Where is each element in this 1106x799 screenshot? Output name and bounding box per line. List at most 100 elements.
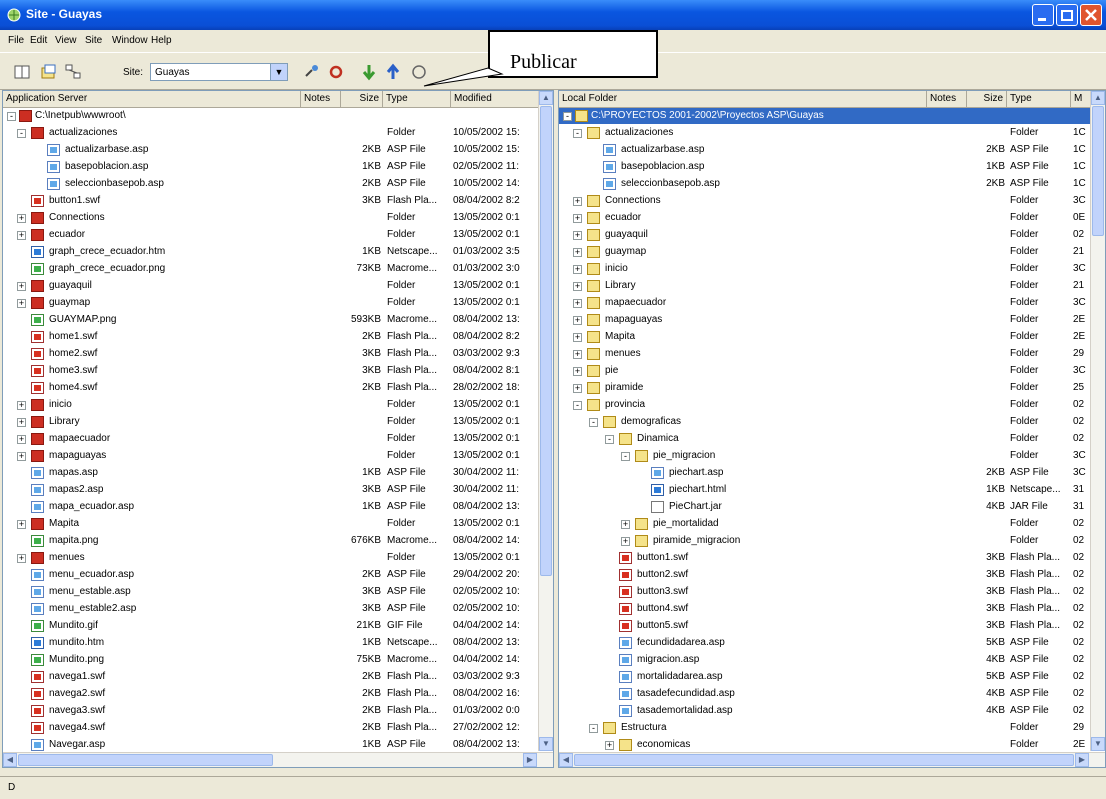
scroll-down-icon[interactable]: ▼ <box>539 737 553 751</box>
title-bar[interactable]: Site - Guayas <box>0 0 1106 30</box>
file-row[interactable]: tasadefecundidad.asp 4KB ASP File 02 <box>559 686 1090 702</box>
file-row[interactable]: mapa_ecuador.asp 1KB ASP File 08/04/2002 13… <box>3 499 538 515</box>
col-modified[interactable]: M <box>1071 91 1091 107</box>
folder-row[interactable]: + pie_mortalidad Folder 02 <box>559 516 1090 532</box>
menu-help[interactable]: Help <box>151 35 172 46</box>
file-row[interactable]: actualizarbase.asp 2KB ASP File 10/05/2002 … <box>3 142 538 158</box>
expand-icon[interactable]: + <box>17 231 26 240</box>
col-size[interactable]: Size <box>341 91 383 107</box>
folder-row[interactable]: + guayaquil Folder 02 <box>559 227 1090 243</box>
maximize-icon[interactable] <box>1056 4 1078 26</box>
folder-row[interactable]: + pie Folder 3C <box>559 363 1090 379</box>
file-row[interactable]: menu_estable.asp 3KB ASP File 02/05/2002 10… <box>3 584 538 600</box>
folder-row[interactable]: - provincia Folder 02 <box>559 397 1090 413</box>
expand-icon[interactable]: + <box>573 282 582 291</box>
expand-icon[interactable]: + <box>573 384 582 393</box>
scroll-thumb[interactable] <box>18 754 273 766</box>
file-row[interactable]: mapas2.asp 3KB ASP File 30/04/2002 11: <box>3 482 538 498</box>
menu-file[interactable]: File <box>8 35 24 46</box>
folder-row[interactable]: + mapaguayas Folder 2E <box>559 312 1090 328</box>
file-row[interactable]: actualizarbase.asp 2KB ASP File 1C <box>559 142 1090 158</box>
scroll-right-icon[interactable]: ▶ <box>523 753 537 767</box>
file-row[interactable]: home4.swf 2KB Flash Pla... 28/02/2002 18: <box>3 380 538 396</box>
file-row[interactable]: basepoblacion.asp 1KB ASP File 02/05/2002 1… <box>3 159 538 175</box>
expand-panes-icon[interactable] <box>13 63 31 81</box>
folder-row[interactable]: + menues Folder 13/05/2002 0:1 <box>3 550 538 566</box>
scroll-left-icon[interactable]: ◀ <box>559 753 573 767</box>
folder-row[interactable]: + ecuador Folder 13/05/2002 0:1 <box>3 227 538 243</box>
file-row[interactable]: Mundito.gif 21KB GIF File 04/04/2002 14: <box>3 618 538 634</box>
site-map-icon[interactable] <box>64 63 82 81</box>
expand-icon[interactable]: + <box>573 214 582 223</box>
folder-row[interactable]: + economicas Folder 2E <box>559 737 1090 753</box>
folder-row[interactable]: - Dinamica Folder 02 <box>559 431 1090 447</box>
folder-row[interactable]: + piramide Folder 25 <box>559 380 1090 396</box>
scroll-left-icon[interactable]: ◀ <box>3 753 17 767</box>
site-files-icon[interactable] <box>40 63 58 81</box>
folder-row[interactable]: - actualizaciones Folder 10/05/2002 15: <box>3 125 538 141</box>
folder-row[interactable]: + menues Folder 29 <box>559 346 1090 362</box>
expand-icon[interactable]: + <box>17 452 26 461</box>
expand-icon[interactable]: + <box>573 248 582 257</box>
expand-icon[interactable]: + <box>573 367 582 376</box>
col-application-server[interactable]: Application Server <box>3 91 301 107</box>
folder-row[interactable]: + Library Folder 21 <box>559 278 1090 294</box>
right-horizontal-scrollbar[interactable]: ◀ ▶ <box>559 752 1105 767</box>
collapse-icon[interactable]: - <box>589 418 598 427</box>
folder-row[interactable]: + guayaquil Folder 13/05/2002 0:1 <box>3 278 538 294</box>
expand-icon[interactable]: + <box>573 231 582 240</box>
scroll-up-icon[interactable]: ▲ <box>539 91 553 105</box>
folder-row[interactable]: + mapaguayas Folder 13/05/2002 0:1 <box>3 448 538 464</box>
folder-row[interactable]: - pie_migracion Folder 3C <box>559 448 1090 464</box>
menu-site[interactable]: Site <box>85 35 102 46</box>
expand-icon[interactable]: + <box>17 418 26 427</box>
root-row[interactable]: - C:\Inetpub\wwwroot\ <box>3 108 539 124</box>
connect-icon[interactable] <box>303 63 321 81</box>
file-row[interactable]: PieChart.jar 4KB JAR File 31 <box>559 499 1090 515</box>
folder-row[interactable]: + guaymap Folder 13/05/2002 0:1 <box>3 295 538 311</box>
scroll-thumb[interactable] <box>1092 106 1104 236</box>
file-row[interactable]: navega2.swf 2KB Flash Pla... 08/04/2002 16: <box>3 686 538 702</box>
file-row[interactable]: Navegar.asp 1KB ASP File 08/04/2002 13: <box>3 737 538 753</box>
folder-row[interactable]: + inicio Folder 13/05/2002 0:1 <box>3 397 538 413</box>
file-row[interactable]: mapas.asp 1KB ASP File 30/04/2002 11: <box>3 465 538 481</box>
folder-row[interactable]: + Connections Folder 3C <box>559 193 1090 209</box>
expand-icon[interactable]: + <box>17 299 26 308</box>
folder-row[interactable]: + ecuador Folder 0E <box>559 210 1090 226</box>
chevron-down-icon[interactable]: ▼ <box>270 64 287 80</box>
file-row[interactable]: Mundito.png 75KB Macrome... 04/04/2002 14: <box>3 652 538 668</box>
left-horizontal-scrollbar[interactable]: ◀ ▶ <box>3 752 553 767</box>
file-row[interactable]: home2.swf 3KB Flash Pla... 03/03/2002 9:3 <box>3 346 538 362</box>
folder-row[interactable]: - Estructura Folder 29 <box>559 720 1090 736</box>
file-row[interactable]: graph_crece_ecuador.png 73KB Macrome... 01/… <box>3 261 538 277</box>
folder-row[interactable]: + Mapita Folder 13/05/2002 0:1 <box>3 516 538 532</box>
refresh-icon[interactable] <box>327 63 345 81</box>
file-row[interactable]: tasademortalidad.asp 4KB ASP File 02 <box>559 703 1090 719</box>
file-row[interactable]: menu_ecuador.asp 2KB ASP File 29/04/2002 20… <box>3 567 538 583</box>
file-row[interactable]: button1.swf 3KB Flash Pla... 02 <box>559 550 1090 566</box>
local-folder-pane[interactable]: Local Folder Notes Size Type M - C:\PROY… <box>558 90 1106 768</box>
folder-row[interactable]: + Library Folder 13/05/2002 0:1 <box>3 414 538 430</box>
scroll-right-icon[interactable]: ▶ <box>1075 753 1089 767</box>
folder-row[interactable]: + piramide_migracion Folder 02 <box>559 533 1090 549</box>
put-icon[interactable] <box>384 63 402 81</box>
col-size[interactable]: Size <box>967 91 1007 107</box>
expand-icon[interactable]: + <box>573 197 582 206</box>
expand-icon[interactable]: + <box>573 350 582 359</box>
application-server-pane[interactable]: Application Server Notes Size Type Modif… <box>2 90 554 768</box>
file-row[interactable]: button2.swf 3KB Flash Pla... 02 <box>559 567 1090 583</box>
expand-icon[interactable]: + <box>621 520 630 529</box>
expand-icon[interactable]: + <box>573 299 582 308</box>
menu-edit[interactable]: Edit <box>30 35 47 46</box>
right-vertical-scrollbar[interactable]: ▲ ▼ <box>1090 91 1105 751</box>
folder-row[interactable]: - actualizaciones Folder 1C <box>559 125 1090 141</box>
expand-icon[interactable]: + <box>17 554 26 563</box>
left-vertical-scrollbar[interactable]: ▲ ▼ <box>538 91 553 751</box>
folder-row[interactable]: - demograficas Folder 02 <box>559 414 1090 430</box>
close-icon[interactable] <box>1080 4 1102 26</box>
col-type[interactable]: Type <box>1007 91 1071 107</box>
menu-window[interactable]: Window <box>112 35 148 46</box>
file-row[interactable]: button5.swf 3KB Flash Pla... 02 <box>559 618 1090 634</box>
expand-icon[interactable]: + <box>573 265 582 274</box>
scroll-down-icon[interactable]: ▼ <box>1091 737 1105 751</box>
